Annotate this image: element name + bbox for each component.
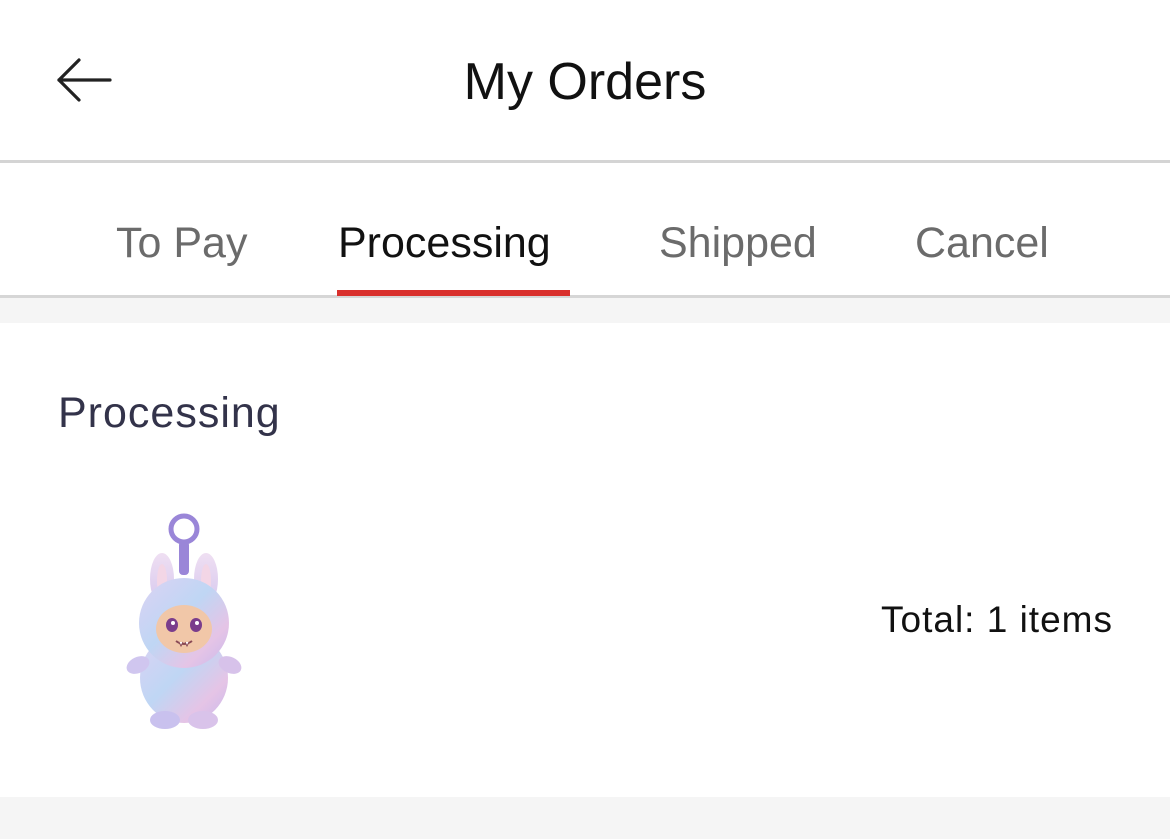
- order-card[interactable]: Processing Total: 1 items: [0, 323, 1170, 797]
- order-total: Total: 1 items: [881, 599, 1113, 640]
- order-status: Processing: [58, 389, 281, 437]
- product-image[interactable]: [118, 513, 248, 733]
- tab-to-pay[interactable]: To Pay: [116, 215, 247, 271]
- app-header: My Orders: [0, 0, 1170, 163]
- tab-processing[interactable]: Processing: [338, 215, 551, 271]
- tab-cancel[interactable]: Cancel: [915, 215, 1049, 271]
- order-tabs: To Pay Processing Shipped Cancel: [0, 163, 1170, 298]
- page-title: My Orders: [463, 53, 707, 111]
- tab-shipped[interactable]: Shipped: [659, 215, 817, 271]
- active-tab-indicator: [337, 290, 570, 296]
